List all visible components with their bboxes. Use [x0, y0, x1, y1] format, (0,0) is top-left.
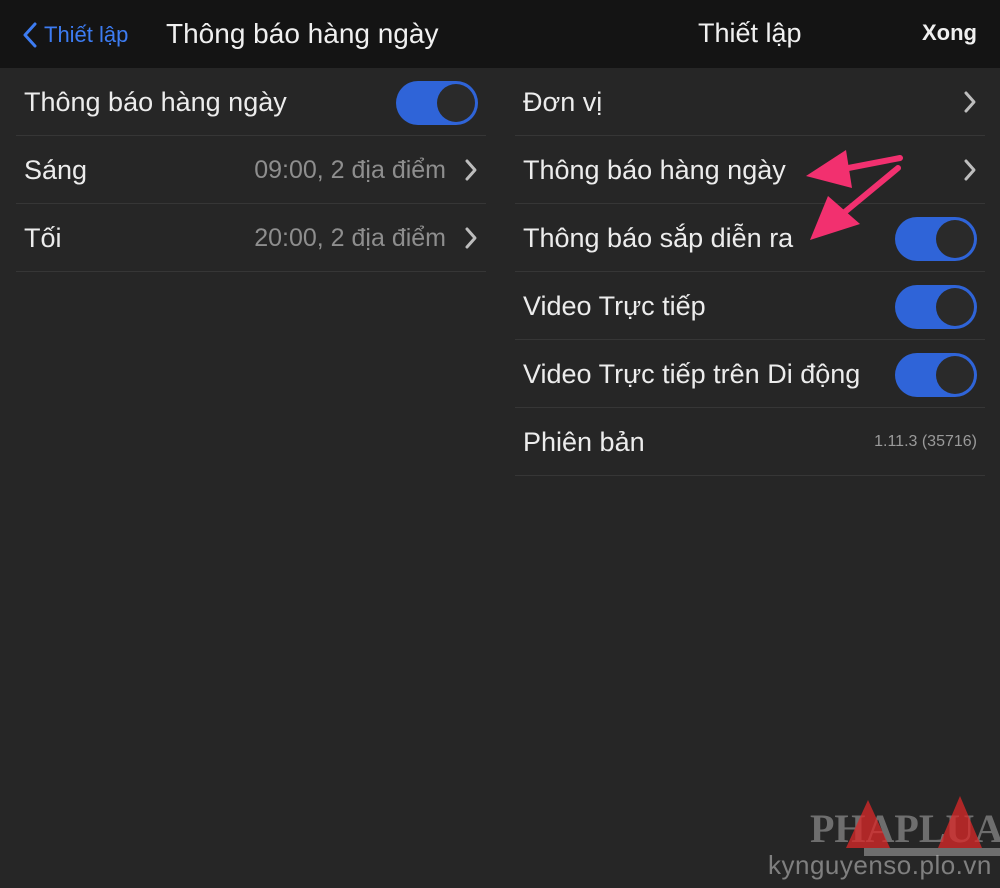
toggle-knob — [437, 84, 475, 122]
chevron-right-icon — [465, 227, 477, 249]
back-button[interactable]: Thiết lập — [22, 18, 128, 52]
row-label: Sáng — [24, 155, 88, 185]
live-video-mobile-row: Video Trực tiếp trên Di động — [515, 340, 985, 408]
left-page-title: Thông báo hàng ngày — [166, 18, 439, 49]
live-video-row: Video Trực tiếp — [515, 272, 985, 340]
live-video-toggle[interactable] — [895, 285, 977, 329]
toggle-knob — [936, 288, 974, 326]
daily-notification-toggle[interactable] — [396, 81, 478, 125]
daily-notification-settings-row[interactable]: Thông báo hàng ngày — [515, 136, 985, 204]
row-label: Thông báo hàng ngày — [523, 155, 786, 185]
upcoming-notification-toggle[interactable] — [895, 217, 977, 261]
row-label: Video Trực tiếp trên Di động — [523, 359, 861, 389]
done-button[interactable]: Xong — [922, 20, 977, 46]
daily-notification-row: Thông báo hàng ngày — [16, 68, 486, 136]
right-page-title: Thiết lập — [698, 18, 802, 48]
row-label: Tối — [24, 223, 62, 253]
back-button-label: Thiết lập — [44, 22, 129, 47]
chevron-left-icon — [23, 22, 37, 48]
row-label: Thông báo hàng ngày — [24, 87, 287, 117]
row-label: Phiên bản — [523, 427, 645, 457]
toggle-knob — [936, 220, 974, 258]
morning-row[interactable]: Sáng 09:00, 2 địa điểm — [16, 136, 486, 204]
live-video-mobile-toggle[interactable] — [895, 353, 977, 397]
evening-row[interactable]: Tối 20:00, 2 địa điểm — [16, 204, 486, 272]
units-row[interactable]: Đơn vị — [515, 68, 985, 136]
toggle-knob — [936, 356, 974, 394]
chevron-right-icon — [964, 159, 976, 181]
row-label: Video Trực tiếp — [523, 291, 706, 321]
version-row: Phiên bản 1.11.3 (35716) — [515, 408, 985, 476]
row-label: Thông báo sắp diễn ra — [523, 223, 794, 253]
navigation-bar: Thiết lập Thông báo hàng ngày Thiết lập … — [0, 0, 1000, 68]
row-label: Đơn vị — [523, 87, 603, 117]
row-value: 20:00, 2 địa điểm — [254, 224, 446, 252]
row-value: 09:00, 2 địa điểm — [254, 156, 446, 184]
chevron-right-icon — [964, 91, 976, 113]
chevron-right-icon — [465, 159, 477, 181]
upcoming-notification-row: Thông báo sắp diễn ra — [515, 204, 985, 272]
version-value: 1.11.3 (35716) — [874, 433, 977, 450]
watermark-url: kynguyenso.plo.vn — [768, 850, 992, 880]
